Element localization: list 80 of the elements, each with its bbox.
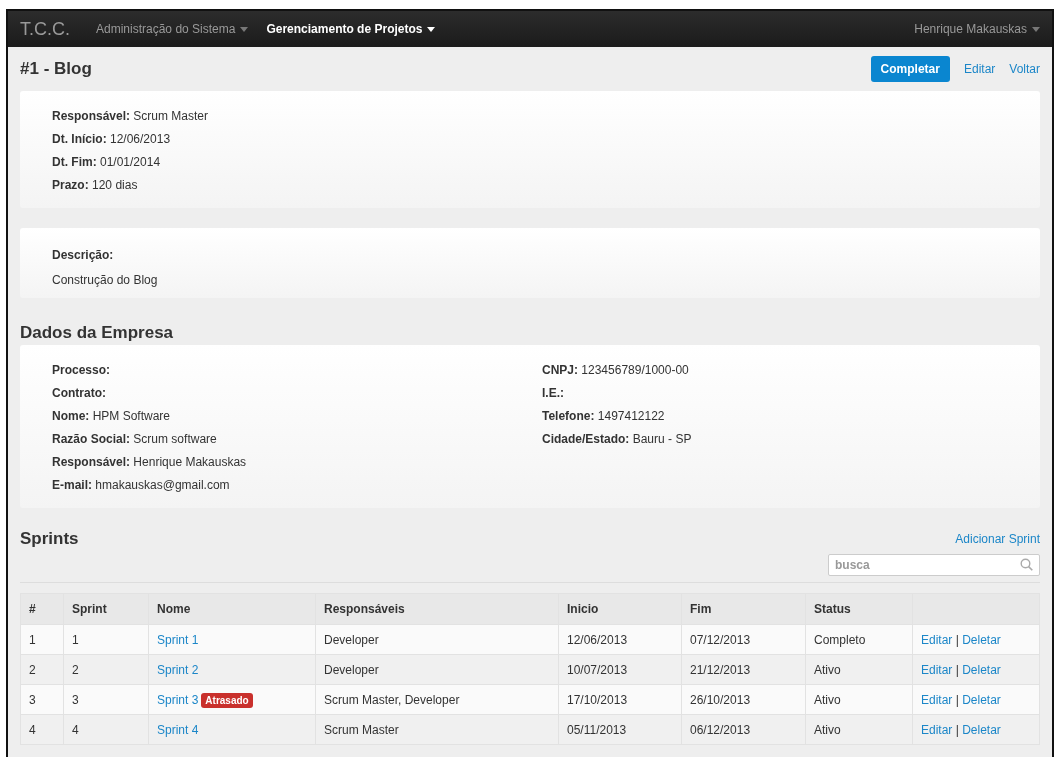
info-line: I.E.:: [542, 386, 565, 400]
separator: |: [955, 662, 959, 677]
table-cell: Developer: [315, 654, 559, 685]
add-sprint-link[interactable]: Adicionar Sprint: [955, 532, 1040, 546]
table-cell: 2: [20, 654, 64, 685]
column-header: Inicio: [558, 593, 682, 625]
caret-icon: [240, 26, 249, 32]
column-header: Sprint: [63, 593, 149, 625]
separator: |: [955, 722, 959, 737]
table-cell: Scrum Master, Developer: [315, 684, 559, 715]
column-header: Responsáveis: [315, 593, 559, 625]
table-cell: Scrum Master: [315, 714, 559, 745]
table-cell: 10/07/2013: [558, 654, 682, 685]
column-header: Nome: [148, 593, 316, 625]
delete-link[interactable]: Deletar: [962, 662, 1001, 677]
info-line: Dt. Fim: 01/01/2014: [52, 155, 162, 169]
page-title: #1 - Blog: [20, 59, 93, 79]
info-line: Processo:: [52, 363, 112, 377]
info-line: CNPJ: 123456789/1000-00: [542, 363, 690, 377]
separator: |: [955, 692, 959, 707]
info-line: Responsável: Henrique Makauskas: [52, 455, 248, 469]
info-line: Contrato:: [52, 386, 107, 400]
caret-icon: [427, 26, 436, 32]
delete-link[interactable]: Deletar: [962, 722, 1001, 737]
brand-link[interactable]: T.C.C.: [20, 18, 70, 40]
info-line: Telefone: 1497412122: [542, 409, 666, 423]
table-cell: Completo: [805, 624, 913, 655]
table-cell: 3: [63, 684, 149, 715]
separator: |: [955, 632, 959, 647]
table-cell: Ativo: [805, 684, 913, 715]
table-cell: 17/10/2013: [558, 684, 682, 715]
search-icon: [1020, 558, 1033, 571]
sprint-link[interactable]: Sprint 2: [157, 662, 199, 677]
section-heading: Sprints: [20, 529, 79, 549]
nav-menu[interactable]: Gerenciamento de Projetos: [266, 22, 436, 36]
table-cell: 21/12/2013: [681, 654, 806, 685]
table-cell: 1: [20, 624, 64, 655]
info-line: Nome: HPM Software: [52, 409, 172, 423]
action-link[interactable]: Voltar: [1009, 62, 1040, 76]
info-line: Responsável: Scrum Master: [52, 109, 210, 123]
table-cell: 1: [63, 624, 149, 655]
sprint-link[interactable]: Sprint 3: [157, 692, 199, 707]
column-header: Status: [805, 593, 913, 625]
info-line: E-mail: hmakauskas@gmail.com: [52, 478, 231, 492]
user-menu[interactable]: Henrique Makauskas: [914, 22, 1040, 36]
action-link[interactable]: Editar: [963, 62, 996, 76]
column-header: Fim: [681, 593, 806, 625]
status-badge: Atrasado: [201, 692, 253, 708]
info-line: Cidade/Estado: Bauru - SP: [542, 432, 693, 446]
table-cell: 2: [63, 654, 149, 685]
column-header: #: [20, 593, 64, 625]
table-cell: Ativo: [805, 654, 913, 685]
caret-icon: [1032, 26, 1040, 32]
table-cell: 26/10/2013: [681, 684, 806, 715]
info-line: Razão Social: Scrum software: [52, 432, 218, 446]
table-cell: Developer: [315, 624, 559, 655]
table-cell: Ativo: [805, 714, 913, 745]
info-line: Prazo: 120 dias: [52, 178, 139, 192]
table-cell: 07/12/2013: [681, 624, 806, 655]
description-label: Descrição:: [52, 248, 115, 262]
table-cell: 06/12/2013: [681, 714, 806, 745]
table-cell: 12/06/2013: [558, 624, 682, 655]
delete-link[interactable]: Deletar: [962, 632, 1001, 647]
delete-link[interactable]: Deletar: [962, 692, 1001, 707]
sprint-link[interactable]: Sprint 4: [157, 722, 199, 737]
edit-link[interactable]: Editar: [921, 722, 953, 737]
section-heading: Dados da Empresa: [20, 323, 174, 343]
description-text: Construção do Blog: [52, 273, 159, 287]
edit-link[interactable]: Editar: [921, 692, 953, 707]
info-line: Dt. Início: 12/06/2013: [52, 132, 172, 146]
edit-link[interactable]: Editar: [921, 662, 953, 677]
table-cell: 4: [63, 714, 149, 745]
table-cell: 4: [20, 714, 64, 745]
search-field[interactable]: busca: [828, 554, 1040, 576]
table-cell: 05/11/2013: [558, 714, 682, 745]
complete-button[interactable]: Completar: [870, 56, 950, 82]
table-cell: 3: [20, 684, 64, 715]
sprint-link[interactable]: Sprint 1: [157, 632, 199, 647]
edit-link[interactable]: Editar: [921, 632, 953, 647]
nav-menu[interactable]: Administração do Sistema: [96, 22, 249, 36]
